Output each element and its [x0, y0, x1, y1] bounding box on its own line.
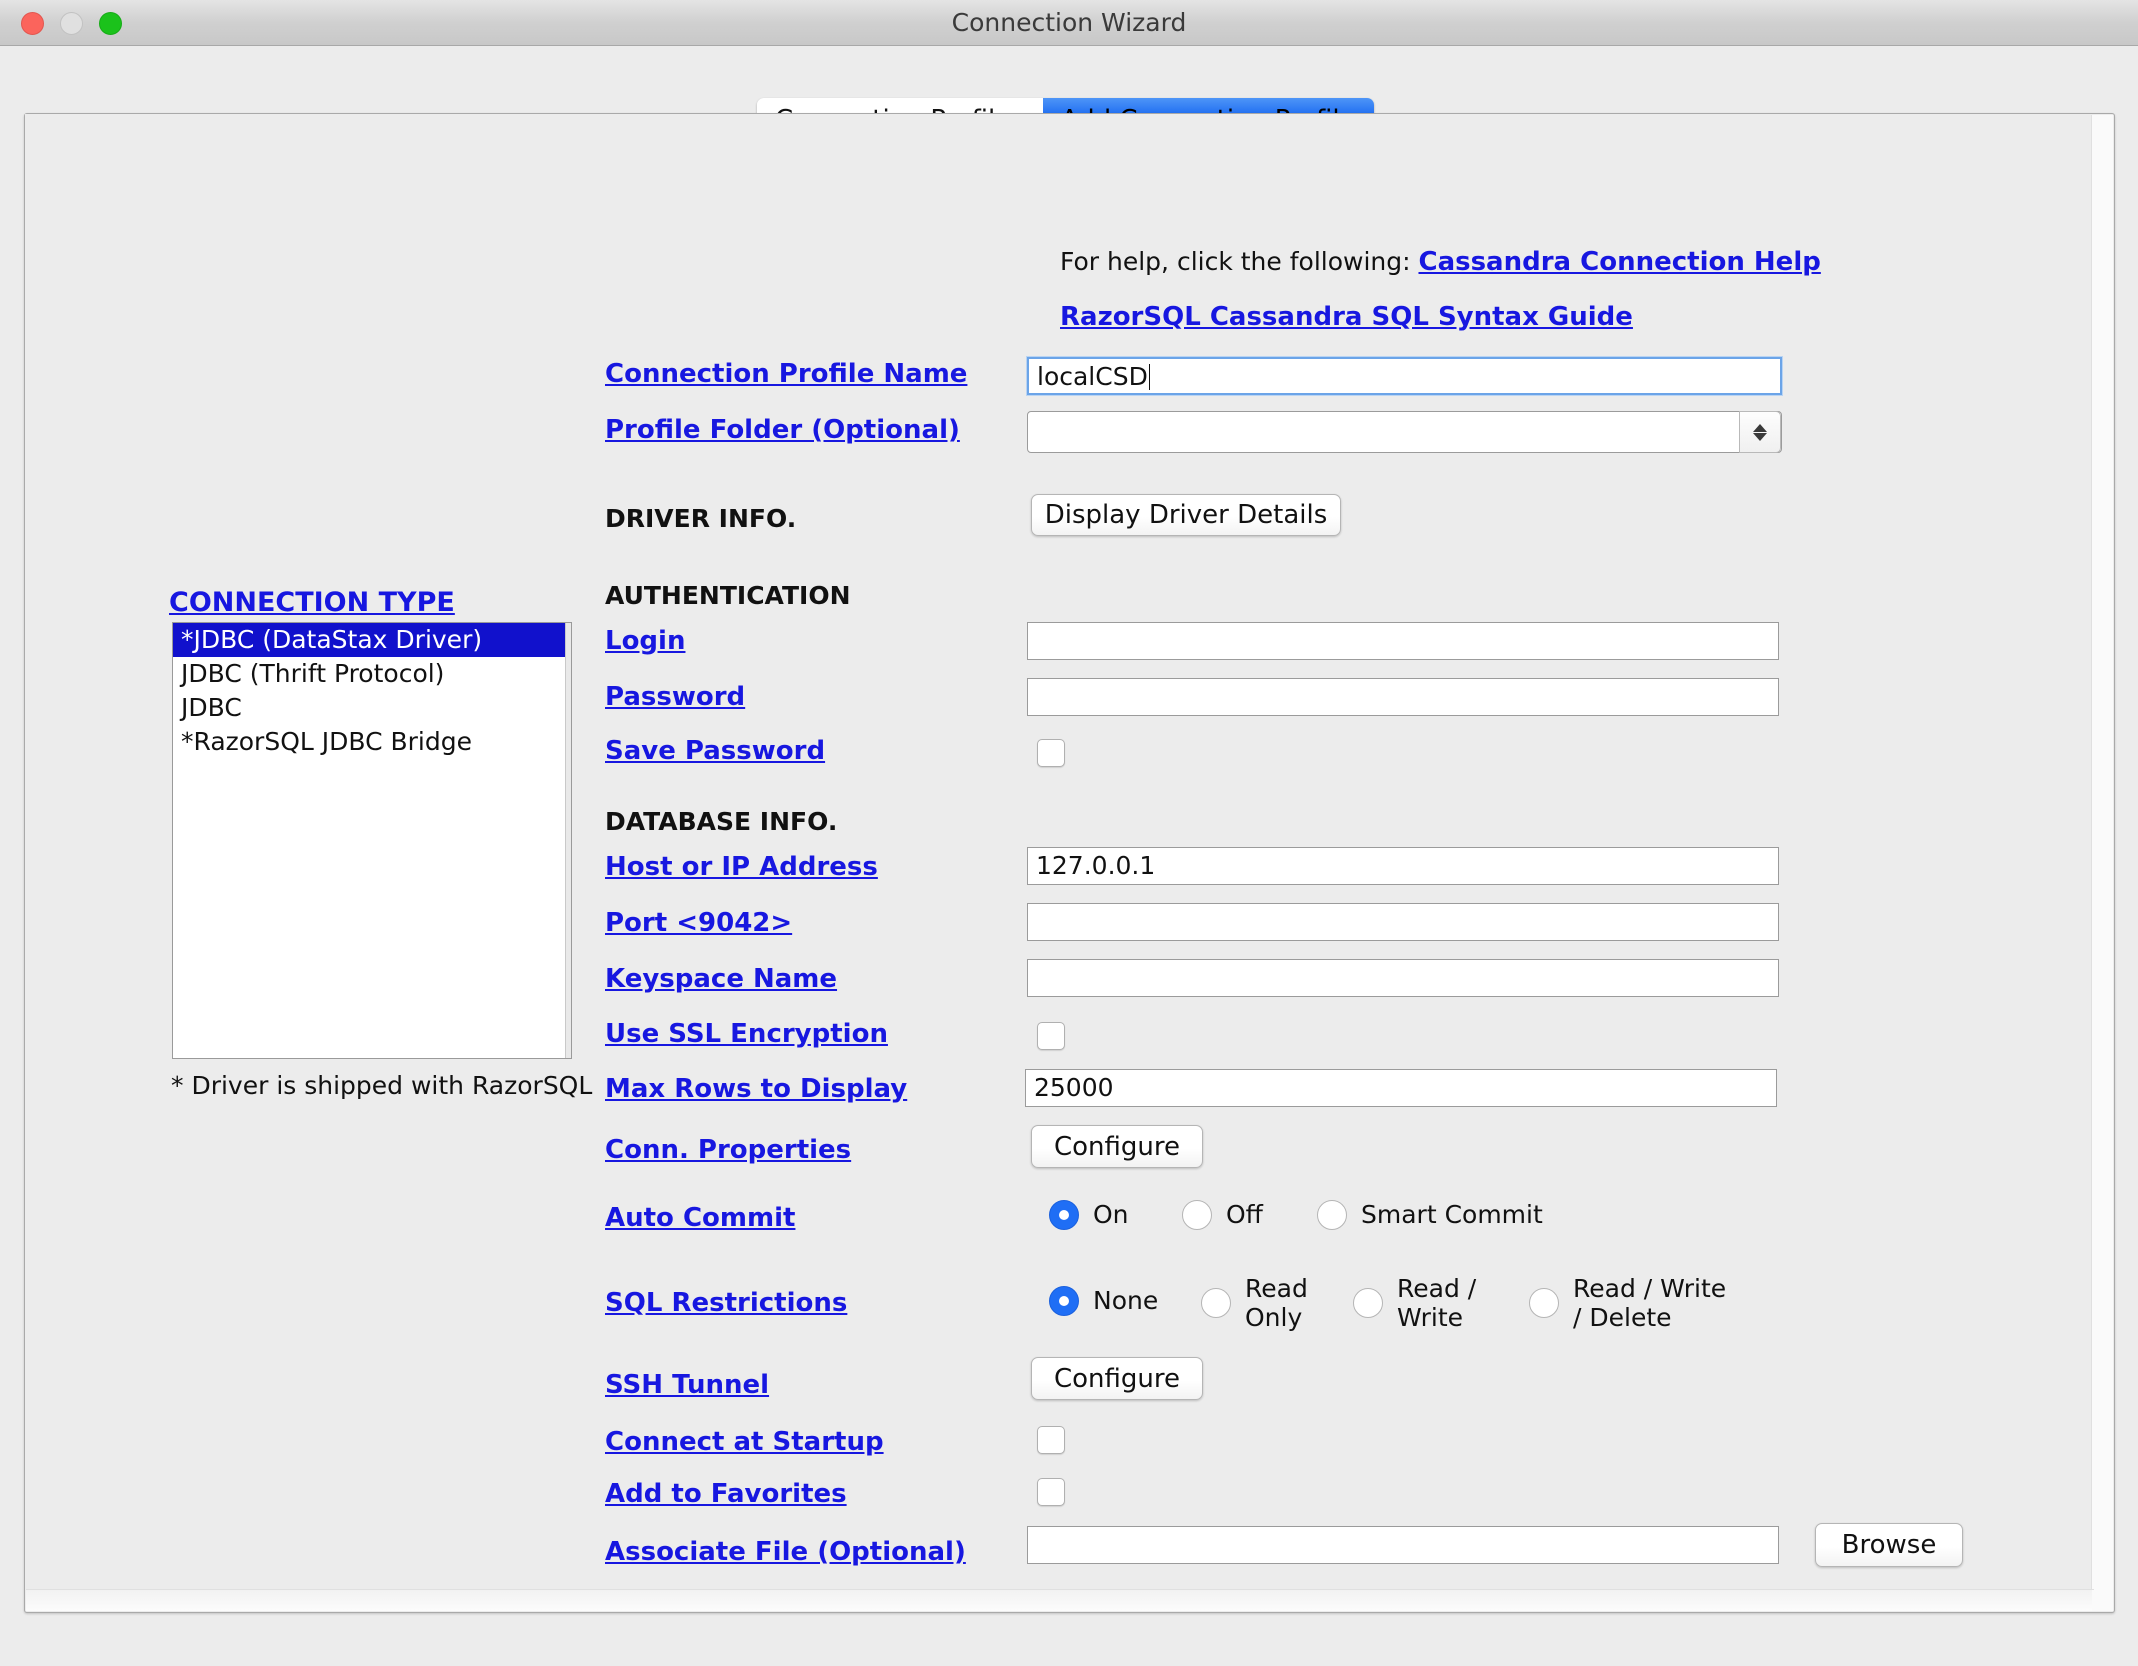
- sql-restrictions-read-only-label: Read Only: [1245, 1274, 1308, 1332]
- sql-restrictions-label[interactable]: SQL Restrictions: [605, 1288, 847, 1318]
- sql-restrictions-option-read-write-delete[interactable]: Read / Write / Delete: [1529, 1274, 1726, 1332]
- authentication-header: AUTHENTICATION: [605, 581, 851, 610]
- login-label[interactable]: Login: [605, 626, 685, 656]
- help-line: For help, click the following: Cassandra…: [1060, 247, 1821, 277]
- list-item[interactable]: *RazorSQL JDBC Bridge: [173, 725, 571, 759]
- use-ssl-checkbox[interactable]: [1037, 1022, 1065, 1050]
- radio-off-icon[interactable]: [1182, 1200, 1212, 1230]
- scrollbar-corner: [2092, 1590, 2113, 1611]
- tab-bar: Connection Profiles Add Connection Profi…: [0, 46, 2138, 114]
- sql-restrictions-option-none[interactable]: None: [1049, 1286, 1158, 1316]
- use-ssl-label[interactable]: Use SSL Encryption: [605, 1019, 888, 1049]
- keyspace-label[interactable]: Keyspace Name: [605, 964, 837, 994]
- host-input[interactable]: 127.0.0.1: [1027, 847, 1779, 885]
- password-label[interactable]: Password: [605, 682, 745, 712]
- cassandra-connection-help-link[interactable]: Cassandra Connection Help: [1418, 247, 1820, 277]
- list-item[interactable]: *JDBC (DataStax Driver): [173, 623, 571, 657]
- auto-commit-on-label: On: [1093, 1201, 1129, 1229]
- add-to-favorites-label[interactable]: Add to Favorites: [605, 1479, 847, 1509]
- read-write-delete-line-1: Read / Write: [1573, 1274, 1726, 1303]
- chevron-down-icon: [1753, 433, 1767, 441]
- connect-at-startup-checkbox[interactable]: [1037, 1426, 1065, 1454]
- ssh-tunnel-configure-button[interactable]: Configure: [1031, 1357, 1203, 1400]
- sql-restrictions-read-write-delete-label: Read / Write / Delete: [1573, 1274, 1726, 1332]
- conn-properties-configure-button[interactable]: Configure: [1031, 1125, 1203, 1168]
- profile-folder-select[interactable]: [1027, 411, 1782, 453]
- list-scrollbar[interactable]: [565, 623, 571, 1058]
- browse-button[interactable]: Browse: [1815, 1523, 1963, 1567]
- sql-restrictions-option-read-only[interactable]: Read Only: [1201, 1274, 1308, 1332]
- sql-restrictions-none-label: None: [1093, 1287, 1158, 1315]
- read-only-line-2: Only: [1245, 1303, 1302, 1332]
- password-input[interactable]: [1027, 678, 1779, 716]
- auto-commit-option-off[interactable]: Off: [1182, 1200, 1263, 1230]
- content-frame: For help, click the following: Cassandra…: [24, 113, 2115, 1613]
- radio-read-only-icon[interactable]: [1201, 1288, 1231, 1318]
- host-label[interactable]: Host or IP Address: [605, 852, 878, 882]
- radio-read-write-delete-icon[interactable]: [1529, 1288, 1559, 1318]
- read-write-line-1: Read /: [1397, 1274, 1476, 1303]
- associate-file-input[interactable]: [1027, 1526, 1779, 1564]
- display-driver-details-button[interactable]: Display Driver Details: [1031, 494, 1341, 536]
- radio-read-write-icon[interactable]: [1353, 1288, 1383, 1318]
- profile-folder-label[interactable]: Profile Folder (Optional): [605, 415, 960, 445]
- razorsql-cassandra-sql-syntax-guide-link[interactable]: RazorSQL Cassandra SQL Syntax Guide: [1060, 302, 1633, 332]
- add-to-favorites-checkbox[interactable]: [1037, 1478, 1065, 1506]
- horizontal-scrollbar[interactable]: [26, 1589, 2094, 1611]
- read-write-line-2: Write: [1397, 1303, 1463, 1332]
- save-password-label[interactable]: Save Password: [605, 736, 825, 766]
- vertical-scrollbar[interactable]: [2091, 115, 2113, 1592]
- conn-properties-label[interactable]: Conn. Properties: [605, 1135, 851, 1165]
- keyspace-input[interactable]: [1027, 959, 1779, 997]
- chevron-up-icon: [1753, 424, 1767, 432]
- auto-commit-option-on[interactable]: On: [1049, 1200, 1129, 1230]
- port-input[interactable]: [1027, 903, 1779, 941]
- syntax-guide-line: RazorSQL Cassandra SQL Syntax Guide: [1060, 302, 1633, 332]
- auto-commit-off-label: Off: [1226, 1201, 1263, 1229]
- connection-type-header-link[interactable]: CONNECTION TYPE: [169, 587, 455, 618]
- auto-commit-label[interactable]: Auto Commit: [605, 1203, 795, 1233]
- radio-none-icon[interactable]: [1049, 1286, 1079, 1316]
- max-rows-label[interactable]: Max Rows to Display: [605, 1074, 907, 1104]
- save-password-checkbox[interactable]: [1037, 739, 1065, 767]
- list-item[interactable]: JDBC (Thrift Protocol): [173, 657, 571, 691]
- radio-smart-commit-icon[interactable]: [1317, 1200, 1347, 1230]
- help-prefix-text: For help, click the following:: [1060, 247, 1418, 276]
- connection-wizard-window: Connection Wizard Connection Profiles Ad…: [0, 0, 2138, 1666]
- radio-on-icon[interactable]: [1049, 1200, 1079, 1230]
- connection-profile-name-label[interactable]: Connection Profile Name: [605, 359, 967, 389]
- stepper-icon[interactable]: [1739, 411, 1781, 453]
- driver-footnote: * Driver is shipped with RazorSQL: [171, 1071, 592, 1100]
- read-write-delete-line-2: / Delete: [1573, 1303, 1672, 1332]
- ssh-tunnel-label[interactable]: SSH Tunnel: [605, 1370, 769, 1400]
- port-label[interactable]: Port <9042>: [605, 908, 792, 938]
- title-bar: Connection Wizard: [0, 0, 2138, 46]
- max-rows-input[interactable]: 25000: [1025, 1069, 1777, 1107]
- connection-profile-name-value: localCSD: [1037, 362, 1148, 391]
- database-info-header: DATABASE INFO.: [605, 807, 837, 836]
- sql-restrictions-option-read-write[interactable]: Read / Write: [1353, 1274, 1476, 1332]
- read-only-line-1: Read: [1245, 1274, 1308, 1303]
- connection-type-list[interactable]: *JDBC (DataStax Driver) JDBC (Thrift Pro…: [172, 622, 572, 1059]
- list-item[interactable]: JDBC: [173, 691, 571, 725]
- auto-commit-smart-commit-label: Smart Commit: [1361, 1201, 1543, 1229]
- auto-commit-option-smart-commit[interactable]: Smart Commit: [1317, 1200, 1543, 1230]
- window-title: Connection Wizard: [0, 0, 2138, 45]
- content-scroll-area: For help, click the following: Cassandra…: [25, 114, 2093, 1591]
- login-input[interactable]: [1027, 622, 1779, 660]
- associate-file-label[interactable]: Associate File (Optional): [605, 1537, 966, 1567]
- connection-profile-name-input[interactable]: localCSD: [1027, 357, 1782, 395]
- sql-restrictions-read-write-label: Read / Write: [1397, 1274, 1476, 1332]
- text-caret: [1149, 364, 1150, 390]
- connect-at-startup-label[interactable]: Connect at Startup: [605, 1427, 884, 1457]
- driver-info-header: DRIVER INFO.: [605, 504, 796, 533]
